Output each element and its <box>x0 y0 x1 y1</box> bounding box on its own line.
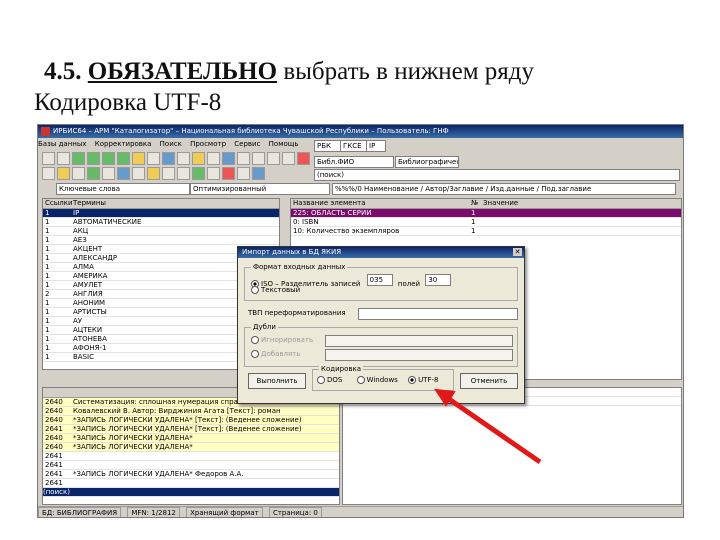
arrow-shaft <box>444 394 542 465</box>
red-arrow-icon <box>433 388 542 465</box>
